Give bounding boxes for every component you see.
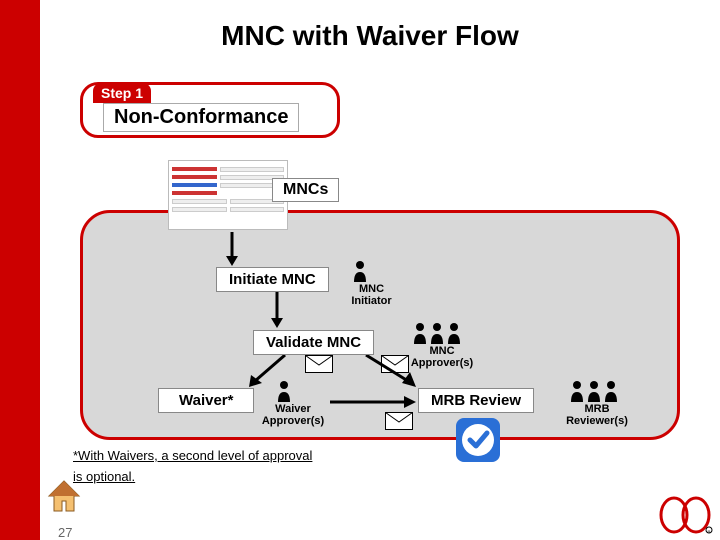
node-validate: Validate MNC — [253, 330, 374, 355]
arrow-icon — [245, 355, 291, 391]
arrow-icon — [225, 232, 239, 266]
role-waiver-approvers: Waiver Approver(s) — [258, 403, 328, 427]
people-icon — [569, 380, 619, 402]
check-icon — [453, 415, 503, 465]
arrow-icon — [330, 395, 416, 409]
accent-bar — [0, 0, 40, 540]
mail-icon — [305, 355, 333, 373]
role-mrb-reviewers: MRB Reviewer(s) — [562, 403, 632, 427]
brand-logo: R — [656, 490, 714, 534]
page-number: 27 — [58, 525, 72, 540]
home-icon[interactable] — [46, 479, 82, 515]
person-icon — [352, 260, 368, 282]
arrow-icon — [270, 292, 284, 328]
page-title: MNC with Waiver Flow — [50, 20, 690, 52]
mail-icon — [385, 412, 413, 430]
svg-text:R: R — [708, 529, 711, 534]
node-initiate: Initiate MNC — [216, 267, 329, 292]
arrow-icon — [360, 355, 420, 391]
node-mrb: MRB Review — [418, 388, 534, 413]
footnote: *With Waivers, a second level of approva… — [73, 446, 312, 488]
step-badge: Step 1 — [93, 83, 151, 103]
slide: MNC with Waiver Flow Step 1 Non-Conforma… — [0, 0, 720, 540]
form-thumbnail — [168, 160, 288, 230]
people-icon — [412, 322, 462, 344]
node-waiver: Waiver* — [158, 388, 254, 413]
mncs-tag: MNCs — [272, 178, 339, 202]
step-name: Non-Conformance — [103, 103, 299, 132]
step-box: Step 1 Non-Conformance — [80, 82, 340, 138]
role-initiator: MNC Initiator — [344, 283, 399, 307]
